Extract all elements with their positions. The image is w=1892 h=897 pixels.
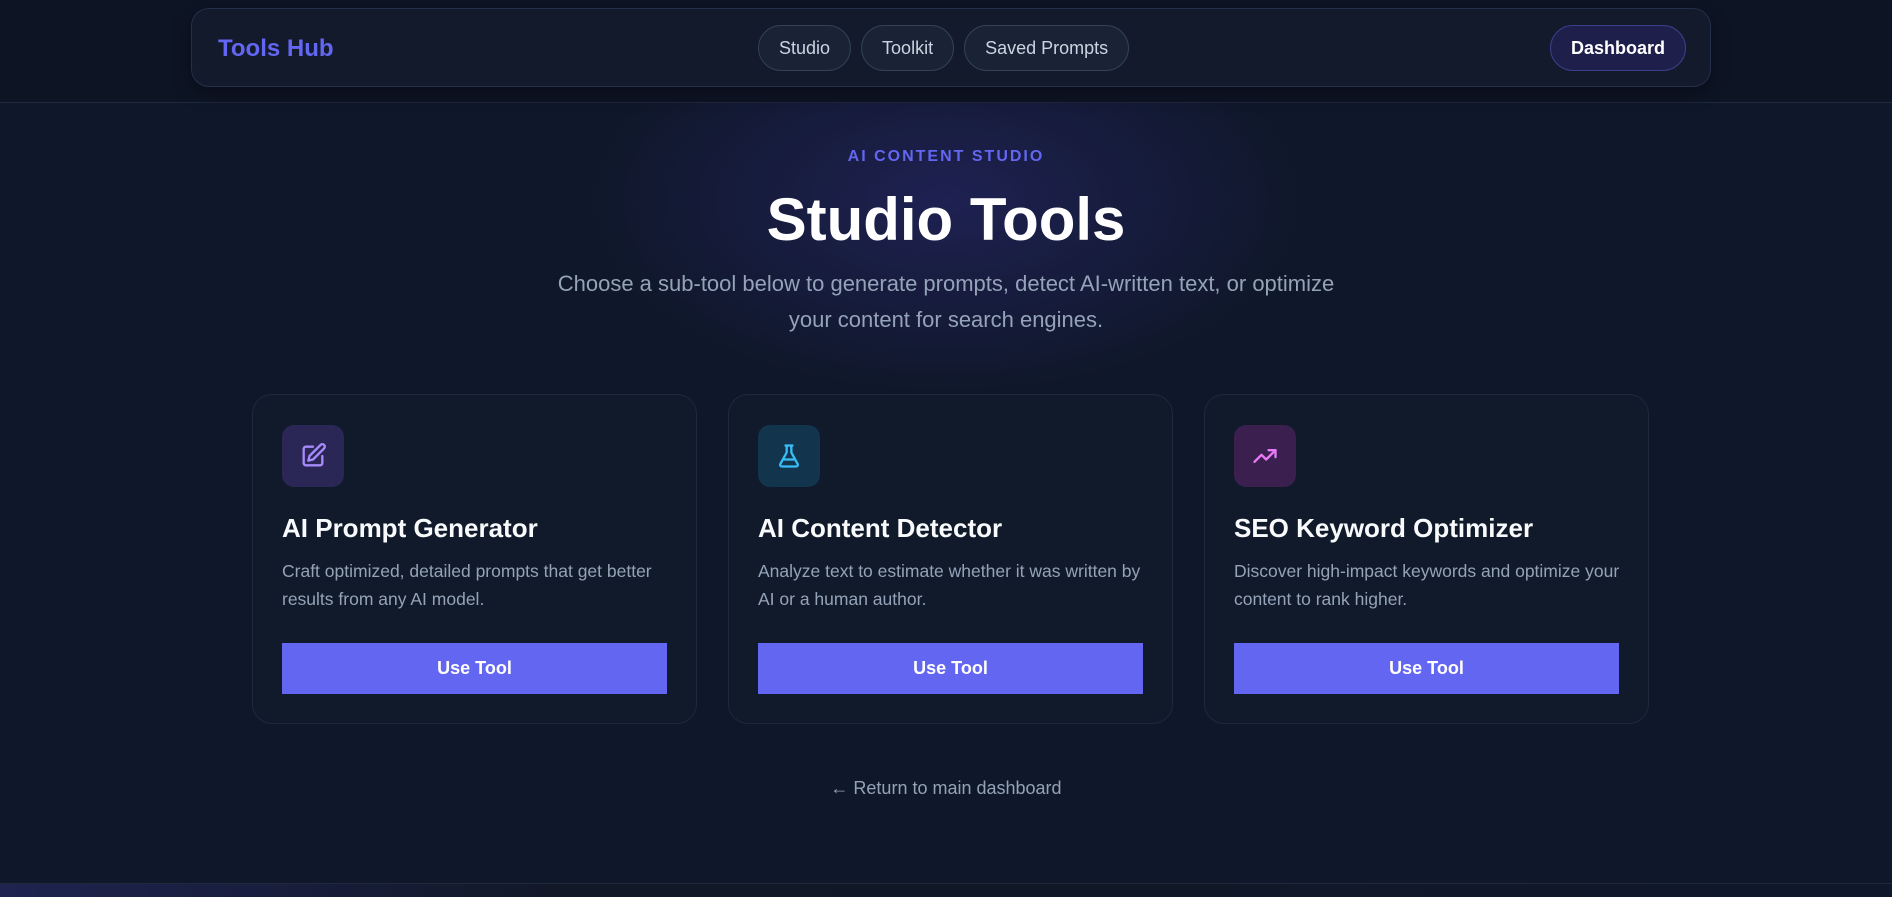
use-tool-button[interactable]: Use Tool <box>1234 643 1619 694</box>
card-title: SEO Keyword Optimizer <box>1234 513 1534 543</box>
footer-divider <box>0 883 1892 897</box>
page: Tools Hub Studio Toolkit Saved Prompts D… <box>0 0 1892 897</box>
dashboard-button[interactable]: Dashboard <box>1549 25 1686 71</box>
navbar: Tools Hub Studio Toolkit Saved Prompts D… <box>191 8 1711 87</box>
page-title: Studio Tools <box>766 186 1126 253</box>
nav-item-saved-prompts[interactable]: Saved Prompts <box>964 25 1130 71</box>
flask-icon <box>758 425 820 487</box>
trending-up-icon <box>1234 425 1296 487</box>
card-description: Craft optimized, detailed prompts that g… <box>282 561 652 609</box>
use-tool-button[interactable]: Use Tool <box>758 643 1143 694</box>
nav-item-toolkit[interactable]: Toolkit <box>861 25 955 71</box>
use-tool-button[interactable]: Use Tool <box>282 643 667 694</box>
return-dashboard-link[interactable]: ← Return to main dashboard <box>0 778 1892 799</box>
tool-card-content-detector: AI Content Detector Analyze text to esti… <box>728 394 1173 724</box>
nav-links: Studio Toolkit Saved Prompts <box>758 25 1130 71</box>
tool-card-seo-optimizer: SEO Keyword Optimizer Discover high-impa… <box>1204 394 1649 724</box>
brand-logo[interactable]: Tools Hub <box>218 9 334 88</box>
card-description: Analyze text to estimate whether it was … <box>758 561 1141 609</box>
hero-subtitle: Choose a sub-tool below to generate prom… <box>557 271 1335 332</box>
tool-card-prompt-generator: AI Prompt Generator Craft optimized, det… <box>252 394 697 724</box>
hero-eyebrow: AI CONTENT STUDIO <box>847 148 1045 165</box>
pencil-edit-icon <box>282 425 344 487</box>
card-description: Discover high-impact keywords and optimi… <box>1234 561 1620 609</box>
nav-item-studio[interactable]: Studio <box>758 25 852 71</box>
top-bar: Tools Hub Studio Toolkit Saved Prompts D… <box>0 0 1892 103</box>
card-title: AI Prompt Generator <box>282 513 538 543</box>
card-title: AI Content Detector <box>758 513 1003 543</box>
